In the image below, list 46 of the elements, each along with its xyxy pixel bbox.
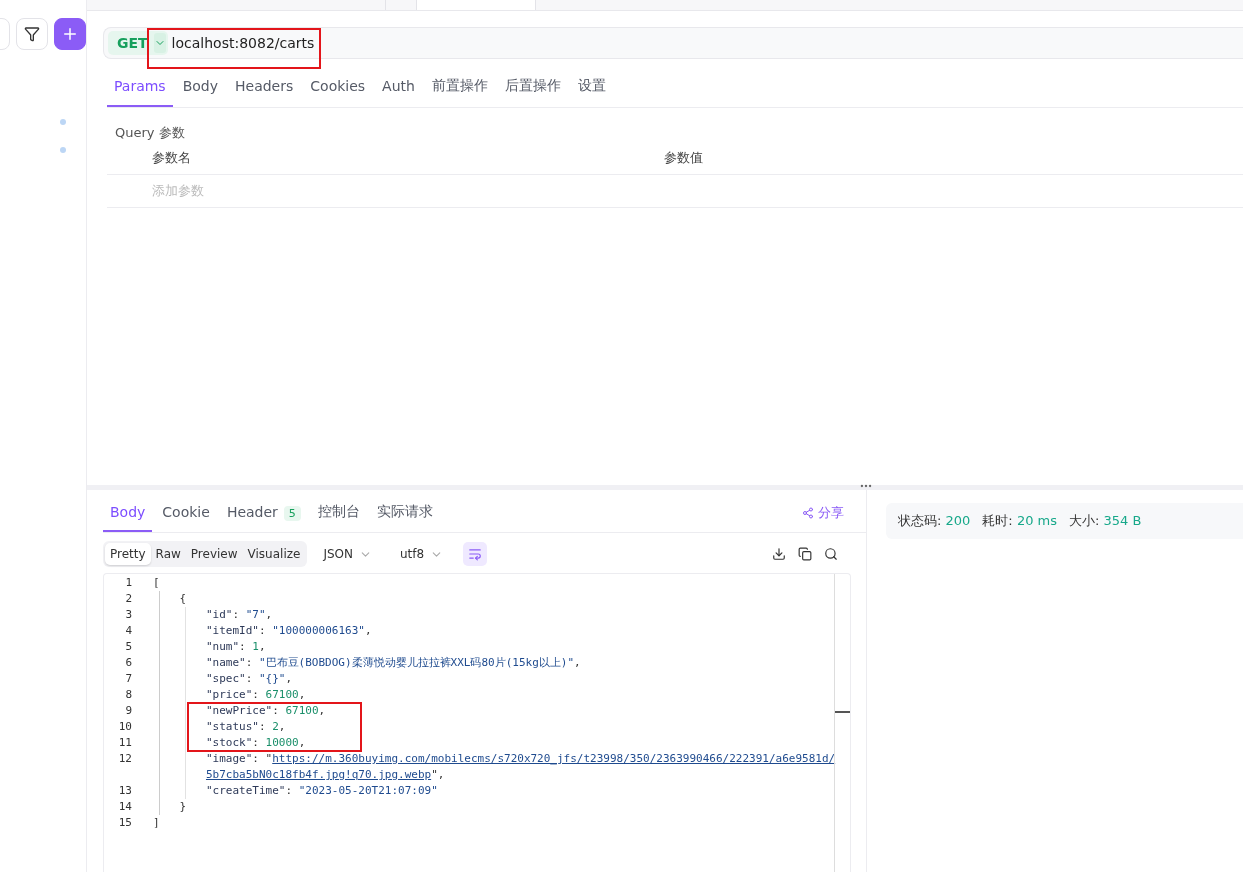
line-number: 7 <box>124 671 132 687</box>
view-mode-option[interactable]: Preview <box>185 543 243 565</box>
line-number: 1 <box>124 575 132 591</box>
request-tab[interactable]: 后置操作 <box>497 67 568 107</box>
response-tab[interactable]: Header 5 <box>219 494 308 532</box>
status-item: 大小: 354 B <box>1069 512 1142 530</box>
line-number: 11 <box>117 735 132 751</box>
line-number: 2 <box>124 591 132 607</box>
request-tab[interactable]: 设置 <box>570 67 613 107</box>
line-number: 3 <box>124 607 132 623</box>
url-bar[interactable]: GET localhost:8082/carts <box>103 27 1243 59</box>
response-tab[interactable]: Body <box>103 494 153 532</box>
line-number: 15 <box>117 815 132 831</box>
view-mode-option[interactable]: Raw <box>150 543 186 565</box>
line-number: 6 <box>124 655 132 671</box>
column-header: 参数名 <box>152 149 192 167</box>
line-number: 13 <box>117 783 132 799</box>
line-number: 8 <box>124 687 132 703</box>
encoding-dropdown[interactable]: utf8 <box>400 543 444 565</box>
request-tab[interactable]: Headers <box>228 67 301 107</box>
status-item: 状态码: 200 <box>898 512 971 530</box>
line-number: 5 <box>124 639 132 655</box>
request-tab[interactable]: Cookies <box>303 67 373 107</box>
request-tab[interactable]: Params <box>107 67 173 107</box>
line-number: 10 <box>117 719 132 735</box>
view-mode-option[interactable]: Pretty <box>105 543 151 565</box>
line-number: 12 <box>117 751 132 767</box>
line-number: 9 <box>124 703 132 719</box>
response-tab[interactable]: Cookie <box>155 494 217 532</box>
request-tab[interactable]: Body <box>175 67 225 107</box>
code-line: ] <box>153 815 161 831</box>
url-text: localhost:8082/carts <box>171 35 315 51</box>
code-line: [ <box>153 575 161 591</box>
line-number: 14 <box>117 799 132 815</box>
status-item: 耗时: 20 ms <box>982 512 1057 530</box>
response-tab[interactable]: 实际请求 <box>369 494 440 532</box>
line-number: 4 <box>124 623 132 639</box>
count-badge: 5 <box>283 506 301 521</box>
section-title: Query 参数 <box>115 124 186 142</box>
share-link[interactable]: 分享 <box>802 494 844 532</box>
view-mode-option[interactable]: Visualize <box>242 543 306 565</box>
request-tab[interactable]: Auth <box>375 67 422 107</box>
format-dropdown[interactable]: JSON <box>323 543 372 565</box>
request-tab[interactable]: 前置操作 <box>424 67 495 107</box>
response-tab[interactable]: 控制台 <box>310 494 367 532</box>
column-header: 参数值 <box>664 149 704 167</box>
